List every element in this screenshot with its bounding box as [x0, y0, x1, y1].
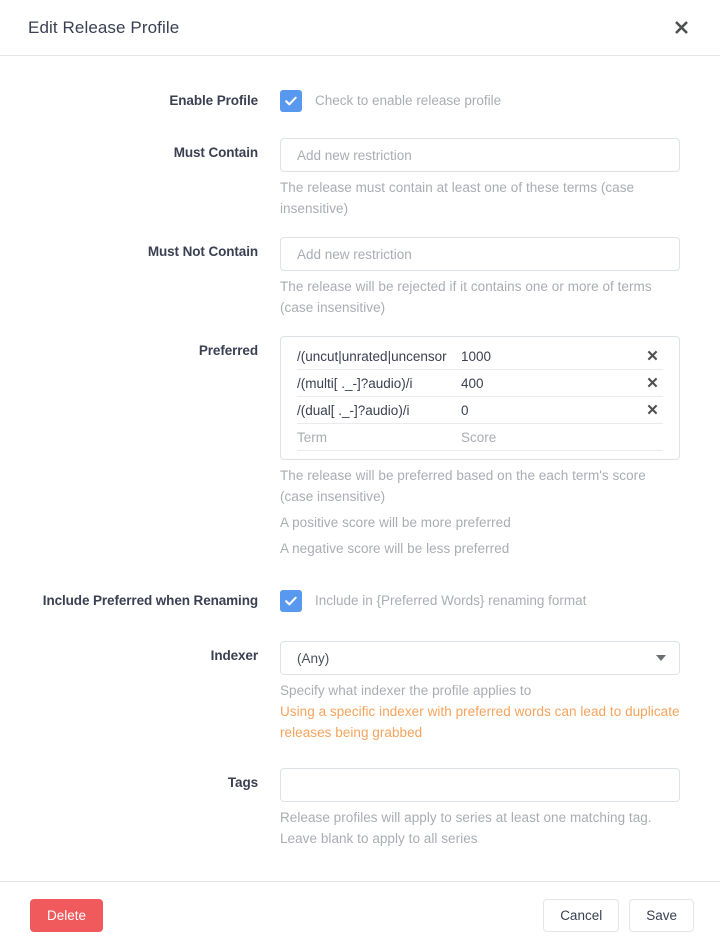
- enable-profile-checkbox-label: Check to enable release profile: [315, 93, 502, 108]
- edit-release-profile-modal: Edit Release Profile Enable Profile Chec…: [0, 0, 720, 949]
- preferred-score-input[interactable]: 400: [461, 376, 641, 391]
- preferred-label: Preferred: [198, 343, 258, 358]
- preferred-score-input[interactable]: 1000: [461, 349, 641, 364]
- indexer-select[interactable]: (Any): [280, 641, 680, 675]
- tags-label: Tags: [227, 775, 258, 790]
- table-row: /(uncut|unrated|uncensor 1000: [297, 343, 663, 370]
- field-must-contain: Must Contain The release must contain at…: [28, 138, 680, 219]
- preferred-help-3: A negative score will be less preferred: [280, 541, 510, 556]
- field-must-not-contain: Must Not Contain The release will be rej…: [28, 237, 680, 318]
- field-tags: Tags Release profiles will apply to seri…: [28, 768, 680, 849]
- tags-help: Release profiles will apply to series at…: [280, 810, 652, 846]
- preferred-term-input[interactable]: /(multi[ ._-]?audio)/i: [297, 376, 461, 391]
- field-enable-profile: Enable Profile Check to enable release p…: [28, 86, 680, 116]
- modal-body: Enable Profile Check to enable release p…: [0, 56, 720, 881]
- remove-preferred-icon[interactable]: [641, 376, 663, 390]
- indexer-help: Specify what indexer the profile applies…: [280, 683, 532, 698]
- new-preferred-score-input[interactable]: Score: [461, 430, 641, 445]
- modal-header: Edit Release Profile: [0, 0, 720, 56]
- must-not-contain-help: The release will be rejected if it conta…: [280, 279, 652, 315]
- close-icon[interactable]: [666, 13, 696, 43]
- delete-button[interactable]: Delete: [30, 899, 104, 932]
- must-contain-help: The release must contain at least one of…: [280, 180, 635, 216]
- modal-footer: Delete Cancel Save: [0, 881, 720, 949]
- field-include-preferred: Include Preferred when Renaming Include …: [28, 586, 680, 616]
- field-indexer: Indexer (Any) Specify what indexer the p…: [28, 641, 680, 743]
- include-preferred-checkbox[interactable]: [280, 590, 302, 612]
- indexer-selected-value: (Any): [297, 650, 330, 666]
- table-row-new: Term Score: [297, 424, 663, 451]
- include-preferred-checkbox-label: Include in {Preferred Words} renaming fo…: [315, 593, 587, 608]
- preferred-help-2: A positive score will be more preferred: [280, 515, 511, 530]
- remove-preferred-icon[interactable]: [641, 403, 663, 417]
- table-row: /(dual[ ._-]?audio)/i 0: [297, 397, 663, 424]
- field-preferred: Preferred /(uncut|unrated|uncensor 1000: [28, 336, 680, 559]
- enable-profile-checkbox[interactable]: [280, 90, 302, 112]
- preferred-help-1: The release will be preferred based on t…: [280, 468, 646, 504]
- preferred-table: /(uncut|unrated|uncensor 1000 /(multi[ .…: [280, 336, 680, 460]
- must-not-contain-input[interactable]: [280, 237, 680, 271]
- preferred-term-input[interactable]: /(uncut|unrated|uncensor: [297, 349, 461, 364]
- remove-preferred-icon[interactable]: [641, 349, 663, 363]
- indexer-warning: Using a specific indexer with preferred …: [280, 704, 680, 740]
- table-row: /(multi[ ._-]?audio)/i 400: [297, 370, 663, 397]
- save-button[interactable]: Save: [629, 899, 694, 932]
- include-preferred-label: Include Preferred when Renaming: [42, 593, 258, 608]
- must-contain-input[interactable]: [280, 138, 680, 172]
- cancel-button[interactable]: Cancel: [543, 899, 620, 932]
- indexer-label: Indexer: [210, 648, 258, 663]
- must-not-contain-label: Must Not Contain: [147, 244, 258, 259]
- preferred-score-input[interactable]: 0: [461, 403, 641, 418]
- tags-input[interactable]: [280, 768, 680, 802]
- preferred-term-input[interactable]: /(dual[ ._-]?audio)/i: [297, 403, 461, 418]
- enable-profile-label: Enable Profile: [169, 93, 258, 108]
- new-preferred-term-input[interactable]: Term: [297, 430, 461, 445]
- page-title: Edit Release Profile: [28, 17, 180, 37]
- must-contain-label: Must Contain: [173, 145, 258, 160]
